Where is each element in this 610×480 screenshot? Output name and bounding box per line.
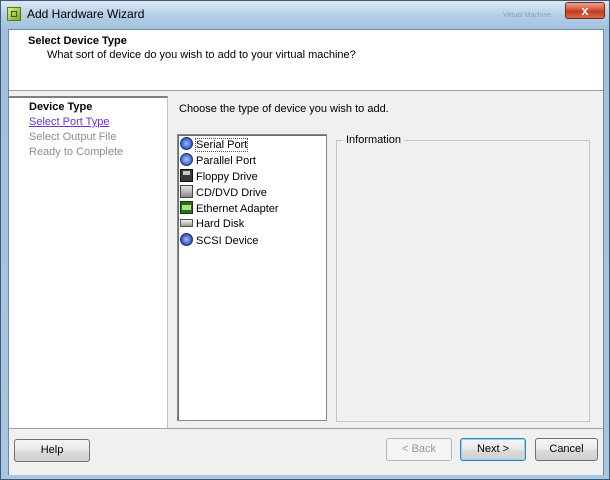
device-item-hard-disk[interactable]: Hard Disk: [180, 217, 244, 232]
information-groupbox: [336, 140, 590, 422]
next-button[interactable]: Next >: [460, 438, 526, 461]
ethernet-adapter-icon: [180, 201, 193, 214]
information-label: Information: [343, 134, 405, 146]
nav-step-select-output-file: Select Output File: [29, 131, 117, 143]
title-bar[interactable]: Add Hardware Wizard Virtual Machine x: [1, 1, 609, 29]
wizard-footer: Help < Back Next > Cancel: [9, 428, 603, 475]
device-item-label: Floppy Drive: [196, 171, 258, 183]
device-item-label: Ethernet Adapter: [196, 203, 279, 215]
device-item-label: Parallel Port: [196, 155, 256, 167]
device-item-parallel-port[interactable]: Parallel Port: [180, 153, 256, 168]
device-type-list[interactable]: Serial Port Parallel Port Floppy Drive C…: [177, 134, 327, 421]
device-item-serial-port[interactable]: Serial Port: [180, 137, 249, 152]
step-subtitle: What sort of device do you wish to add t…: [47, 49, 356, 61]
device-item-floppy-drive[interactable]: Floppy Drive: [180, 169, 258, 184]
device-item-label: SCSI Device: [196, 235, 259, 247]
floppy-drive-icon: [180, 169, 193, 182]
app-icon: [7, 7, 21, 21]
wizard-steps-nav: Device Type Select Port Type Select Outp…: [9, 96, 168, 430]
device-item-label: Serial Port: [194, 138, 249, 152]
step-title: Select Device Type: [28, 35, 127, 47]
nav-step-device-type: Device Type: [29, 101, 93, 113]
device-item-label: CD/DVD Drive: [196, 187, 267, 199]
cancel-button[interactable]: Cancel: [535, 438, 598, 461]
close-icon: x: [581, 3, 589, 18]
help-button[interactable]: Help: [14, 439, 90, 462]
background-window-title: Virtual Machine: [503, 12, 552, 19]
wizard-window: Add Hardware Wizard Virtual Machine x Se…: [0, 0, 610, 480]
scsi-device-icon: [180, 233, 193, 246]
device-item-scsi-device[interactable]: SCSI Device: [180, 233, 258, 248]
close-button[interactable]: x: [565, 2, 605, 19]
device-item-ethernet-adapter[interactable]: Ethernet Adapter: [180, 201, 279, 216]
wizard-client-area: Select Device Type What sort of device d…: [8, 29, 604, 475]
cd-dvd-drive-icon: [180, 185, 193, 198]
device-prompt: Choose the type of device you wish to ad…: [179, 103, 389, 115]
wizard-header: Select Device Type What sort of device d…: [9, 30, 603, 91]
nav-step-select-port-type[interactable]: Select Port Type: [29, 116, 110, 128]
device-item-cd-dvd-drive[interactable]: CD/DVD Drive: [180, 185, 267, 200]
parallel-port-icon: [180, 153, 193, 166]
serial-port-icon: [180, 137, 193, 150]
window-title: Add Hardware Wizard: [27, 7, 145, 21]
device-item-label: Hard Disk: [196, 218, 245, 230]
hard-disk-icon: [180, 219, 193, 227]
nav-step-ready-to-complete: Ready to Complete: [29, 146, 124, 158]
back-button[interactable]: < Back: [386, 438, 452, 461]
